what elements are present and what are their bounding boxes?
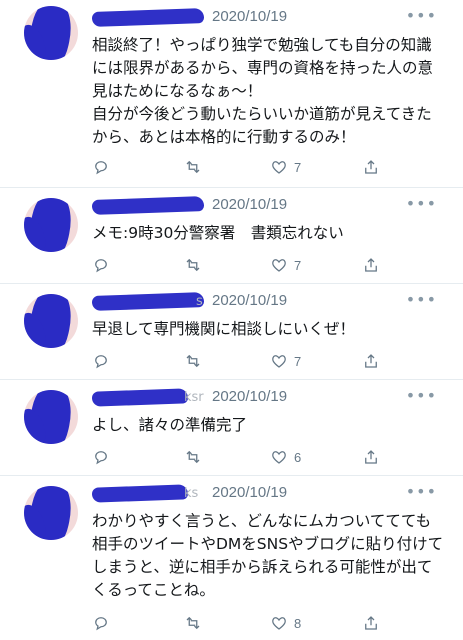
heart-icon <box>272 355 286 368</box>
heart-icon <box>272 259 286 272</box>
retweet-icon[interactable] <box>184 350 202 372</box>
faint-handle: s <box>196 294 203 309</box>
tweet[interactable]: s 2020/10/19 ••• 早退して専門機関に相談しにいくぜ！ 7 <box>0 284 463 380</box>
share-icon[interactable] <box>362 350 380 372</box>
more-icon[interactable]: ••• <box>406 482 437 501</box>
retweet-icon[interactable] <box>184 446 202 468</box>
faint-handle: ks <box>184 486 199 501</box>
tweet-text: メモ:9時30分警察署 書類忘れない <box>92 224 344 242</box>
tweet-date[interactable]: 2020/10/19 <box>212 292 287 309</box>
redacted-username <box>91 196 205 215</box>
more-icon[interactable]: ••• <box>406 194 437 213</box>
reply-icon[interactable] <box>92 254 110 276</box>
tweet-text: わかりやすく言うと、どんなにムカついててても相手のツイートやDMをSNSやブログ… <box>92 512 444 599</box>
like-button[interactable]: 7 <box>270 254 301 276</box>
tweet-header: s 2020/10/19 ••• <box>91 290 453 314</box>
tweet-text: よし、諸々の準備完了 <box>92 416 248 434</box>
redacted-username <box>91 8 205 27</box>
like-count: 7 <box>294 353 302 369</box>
tweet-actions: 6 <box>92 446 433 468</box>
tweet-text: 早退して専門機関に相談しにいくぜ！ <box>92 320 356 338</box>
retweet-icon[interactable] <box>184 612 202 634</box>
tweet-actions: 7 <box>92 254 433 276</box>
tweet-actions: 8 <box>92 612 433 634</box>
retweet-icon[interactable] <box>184 254 202 276</box>
more-icon[interactable]: ••• <box>406 290 437 309</box>
avatar[interactable] <box>24 294 78 348</box>
tweet-feed: 2020/10/19 ••• 相談終了！やっぱり独学で勉強しても自分の知識には限… <box>0 0 463 640</box>
avatar[interactable] <box>24 390 78 444</box>
heart-icon <box>272 161 286 174</box>
tweet[interactable]: 2020/10/19 ••• 相談終了！やっぱり独学で勉強しても自分の知識には限… <box>0 0 463 188</box>
tweet-date[interactable]: 2020/10/19 <box>212 196 287 213</box>
tweet-header: 2020/10/19 ••• <box>91 194 453 218</box>
faint-handle: ksr <box>184 390 204 405</box>
avatar[interactable] <box>24 6 78 60</box>
reply-icon[interactable] <box>92 612 110 634</box>
reply-icon[interactable] <box>92 446 110 468</box>
like-count: 7 <box>294 257 302 273</box>
tweet-date[interactable]: 2020/10/19 <box>212 484 287 501</box>
tweet-date[interactable]: 2020/10/19 <box>212 8 287 25</box>
avatar[interactable] <box>24 486 78 540</box>
share-icon[interactable] <box>362 446 380 468</box>
tweet-header: ksr 2020/10/19 ••• <box>91 386 453 410</box>
like-button[interactable]: 6 <box>270 446 301 468</box>
tweet-date[interactable]: 2020/10/19 <box>212 388 287 405</box>
like-button[interactable]: 7 <box>270 156 301 178</box>
tweet-actions: 7 <box>92 350 433 372</box>
like-count: 6 <box>294 449 302 465</box>
tweet[interactable]: ksr 2020/10/19 ••• よし、諸々の準備完了 6 <box>0 380 463 476</box>
redacted-username <box>91 484 189 503</box>
tweet[interactable]: ks 2020/10/19 ••• わかりやすく言うと、どんなにムカついててても… <box>0 476 463 640</box>
heart-icon <box>272 451 286 464</box>
like-button[interactable]: 8 <box>270 612 301 634</box>
share-icon[interactable] <box>362 612 380 634</box>
like-count: 7 <box>294 159 302 175</box>
more-icon[interactable]: ••• <box>406 386 437 405</box>
share-icon[interactable] <box>362 254 380 276</box>
redacted-username <box>91 388 189 407</box>
redacted-username <box>91 292 205 311</box>
retweet-icon[interactable] <box>184 156 202 178</box>
tweet-actions: 7 <box>92 156 433 178</box>
reply-icon[interactable] <box>92 350 110 372</box>
tweet-text: 相談終了！やっぱり独学で勉強しても自分の知識には限界があるから、専門の資格を持っ… <box>92 36 434 146</box>
reply-icon[interactable] <box>92 156 110 178</box>
avatar[interactable] <box>24 198 78 252</box>
more-icon[interactable]: ••• <box>406 6 437 25</box>
like-button[interactable]: 7 <box>270 350 301 372</box>
tweet[interactable]: 2020/10/19 ••• メモ:9時30分警察署 書類忘れない 7 <box>0 188 463 284</box>
like-count: 8 <box>294 615 302 631</box>
tweet-header: ks 2020/10/19 ••• <box>91 482 453 506</box>
share-icon[interactable] <box>362 156 380 178</box>
tweet-header: 2020/10/19 ••• <box>91 6 453 30</box>
heart-icon <box>272 617 286 630</box>
